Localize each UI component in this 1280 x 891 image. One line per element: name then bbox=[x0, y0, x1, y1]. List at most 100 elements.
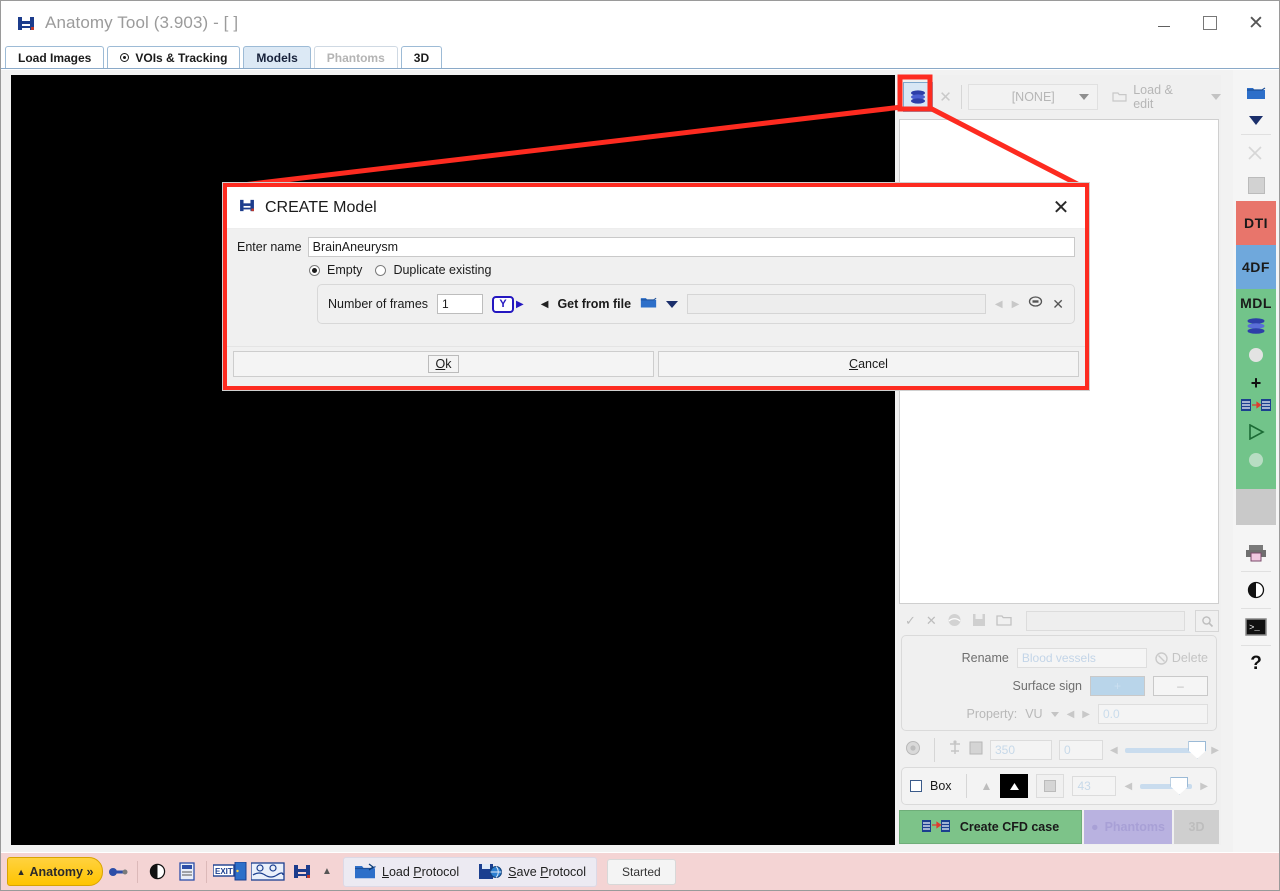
surface-sign-minus-button[interactable]: – bbox=[1153, 676, 1208, 696]
waveform-icon[interactable] bbox=[249, 857, 287, 887]
tab-models[interactable]: Models bbox=[243, 46, 311, 68]
sphere-dim-icon[interactable] bbox=[1247, 451, 1265, 474]
help-icon[interactable]: ? bbox=[1236, 648, 1276, 680]
model-create-button[interactable] bbox=[901, 79, 936, 115]
dti-button[interactable]: DTI bbox=[1236, 201, 1276, 245]
box-checkbox[interactable] bbox=[910, 780, 922, 792]
triangle-up-icon[interactable]: ▲ bbox=[981, 779, 993, 793]
frames-input[interactable]: 1 bbox=[437, 294, 484, 314]
square-icon[interactable] bbox=[969, 741, 983, 760]
radio-empty[interactable] bbox=[309, 264, 320, 276]
box-value-input[interactable]: 43 bbox=[1072, 776, 1117, 796]
status-button[interactable]: Started bbox=[607, 858, 676, 885]
arrow-left-icon[interactable]: ◀ bbox=[995, 299, 1003, 310]
create-cfd-case-button[interactable]: Create CFD case bbox=[899, 810, 1082, 844]
arrow-left-icon[interactable]: ◀ bbox=[541, 299, 549, 310]
mdl-section: MDL + bbox=[1236, 289, 1276, 489]
direction-square-button[interactable] bbox=[1036, 774, 1065, 798]
open-folder-icon[interactable] bbox=[996, 613, 1012, 629]
load-protocol-button[interactable]: Load Protocol bbox=[354, 863, 459, 880]
cancel-button[interactable]: Cancel bbox=[658, 350, 1079, 377]
printer-icon[interactable] bbox=[1236, 537, 1276, 569]
threshold-slider[interactable] bbox=[1124, 740, 1207, 759]
radio-duplicate-existing[interactable] bbox=[375, 264, 387, 276]
maximize-button[interactable] bbox=[1187, 1, 1233, 45]
tab-3d[interactable]: 3D bbox=[400, 46, 443, 68]
save-protocol-button[interactable]: Save Protocol bbox=[479, 863, 586, 880]
contrast-icon[interactable] bbox=[1236, 574, 1276, 606]
exit-door-icon[interactable]: EXIT bbox=[211, 857, 249, 887]
surface-sign-plus-button[interactable]: + bbox=[1090, 676, 1145, 696]
model-stack-icon[interactable] bbox=[1245, 317, 1267, 340]
slider-thumb[interactable] bbox=[1170, 776, 1189, 795]
arrow-left-icon[interactable]: ◀ bbox=[1110, 745, 1118, 756]
anatomy-menu-button[interactable]: ▲ Anatomy » bbox=[7, 857, 103, 886]
anatomy-logo-icon[interactable] bbox=[287, 857, 317, 887]
tab-load-images[interactable]: Load Images bbox=[5, 46, 105, 68]
arrow-left-icon[interactable]: ◀ bbox=[1124, 781, 1132, 792]
square-icon[interactable] bbox=[1236, 169, 1276, 201]
minimize-button[interactable] bbox=[1141, 1, 1187, 45]
arrow-left-icon[interactable]: ◀ bbox=[1067, 709, 1075, 720]
tab-vois-tracking[interactable]: VOIs & Tracking bbox=[107, 46, 241, 68]
dialog-close-button[interactable]: ✕ bbox=[1047, 193, 1075, 221]
sphere-icon[interactable] bbox=[1247, 346, 1265, 369]
combo-value: [NONE] bbox=[1011, 90, 1055, 104]
threshold-high-input[interactable]: 350 bbox=[990, 740, 1052, 760]
delete-button[interactable]: Delete bbox=[1155, 651, 1208, 665]
box-slider[interactable] bbox=[1140, 776, 1193, 795]
ok-button[interactable]: Ok bbox=[233, 350, 654, 377]
close-button[interactable]: ✕ bbox=[1233, 1, 1279, 45]
y-axis-icon[interactable]: Y bbox=[492, 295, 515, 313]
model-select-combo[interactable]: [NONE] bbox=[968, 84, 1099, 110]
open-folder-icon[interactable] bbox=[640, 295, 657, 314]
fourdf-button[interactable]: 4DF bbox=[1236, 245, 1276, 289]
plus-icon[interactable]: + bbox=[1251, 374, 1262, 392]
link-icon[interactable] bbox=[1028, 295, 1043, 313]
close-x-icon[interactable]: ✕ bbox=[936, 88, 955, 106]
chevron-down-icon[interactable] bbox=[1050, 711, 1059, 717]
gray-block[interactable] bbox=[1236, 489, 1276, 525]
save-icon[interactable] bbox=[972, 613, 986, 630]
phantoms-button[interactable]: ● Phantoms bbox=[1084, 810, 1172, 844]
three-d-button[interactable]: 3D bbox=[1174, 810, 1219, 844]
mdl-label[interactable]: MDL bbox=[1240, 295, 1272, 311]
triangle-up-icon[interactable]: ▲ bbox=[317, 857, 337, 887]
file-path-input[interactable] bbox=[687, 294, 986, 314]
check-icon[interactable]: ✓ bbox=[905, 613, 916, 629]
anatomy-logo-icon bbox=[17, 15, 35, 31]
slider-thumb[interactable] bbox=[1188, 740, 1207, 759]
arrow-right-icon[interactable]: ▶ bbox=[1211, 745, 1219, 756]
arrow-right-icon[interactable]: ▶ bbox=[1012, 299, 1020, 310]
svg-text:>_: >_ bbox=[1249, 623, 1260, 633]
cfd-transfer-icon[interactable] bbox=[1241, 397, 1271, 418]
plug-icon[interactable] bbox=[103, 857, 133, 887]
terminal-icon[interactable]: >_ bbox=[1236, 611, 1276, 643]
opacity-icon[interactable] bbox=[905, 740, 921, 761]
chevron-down-icon[interactable] bbox=[666, 300, 679, 308]
load-and-edit-button[interactable]: Load & edit bbox=[1112, 83, 1221, 111]
ok-label-rest: k bbox=[445, 356, 452, 371]
tab-phantoms[interactable]: Phantoms bbox=[313, 46, 398, 68]
direction-up-button[interactable] bbox=[1000, 774, 1029, 798]
mesh-icon[interactable] bbox=[948, 740, 962, 760]
close-x-icon[interactable]: ✕ bbox=[1052, 296, 1064, 313]
eye-icon[interactable] bbox=[947, 613, 962, 630]
search-button[interactable] bbox=[1195, 610, 1219, 632]
scissors-icon[interactable] bbox=[1236, 137, 1276, 169]
get-from-file-label[interactable]: Get from file bbox=[557, 297, 631, 311]
play-icon[interactable] bbox=[1247, 423, 1265, 445]
arrow-right-icon[interactable]: ▶ bbox=[1082, 709, 1090, 720]
arrow-right-icon[interactable]: ▶ bbox=[516, 299, 524, 310]
model-name-input[interactable]: BrainAneurysm bbox=[307, 237, 1075, 257]
rename-input[interactable]: Blood vessels bbox=[1016, 648, 1147, 668]
search-input[interactable] bbox=[1025, 611, 1185, 631]
property-value-input[interactable]: 0.0 bbox=[1098, 704, 1208, 724]
contrast-icon[interactable] bbox=[142, 857, 172, 887]
open-folder-icon[interactable] bbox=[1236, 76, 1276, 108]
arrow-right-icon[interactable]: ▶ bbox=[1200, 781, 1208, 792]
chevron-down-icon[interactable] bbox=[1236, 108, 1276, 132]
close-x-icon[interactable]: ✕ bbox=[926, 613, 937, 629]
threshold-low-input[interactable]: 0 bbox=[1059, 740, 1103, 760]
report-icon[interactable] bbox=[172, 857, 202, 887]
